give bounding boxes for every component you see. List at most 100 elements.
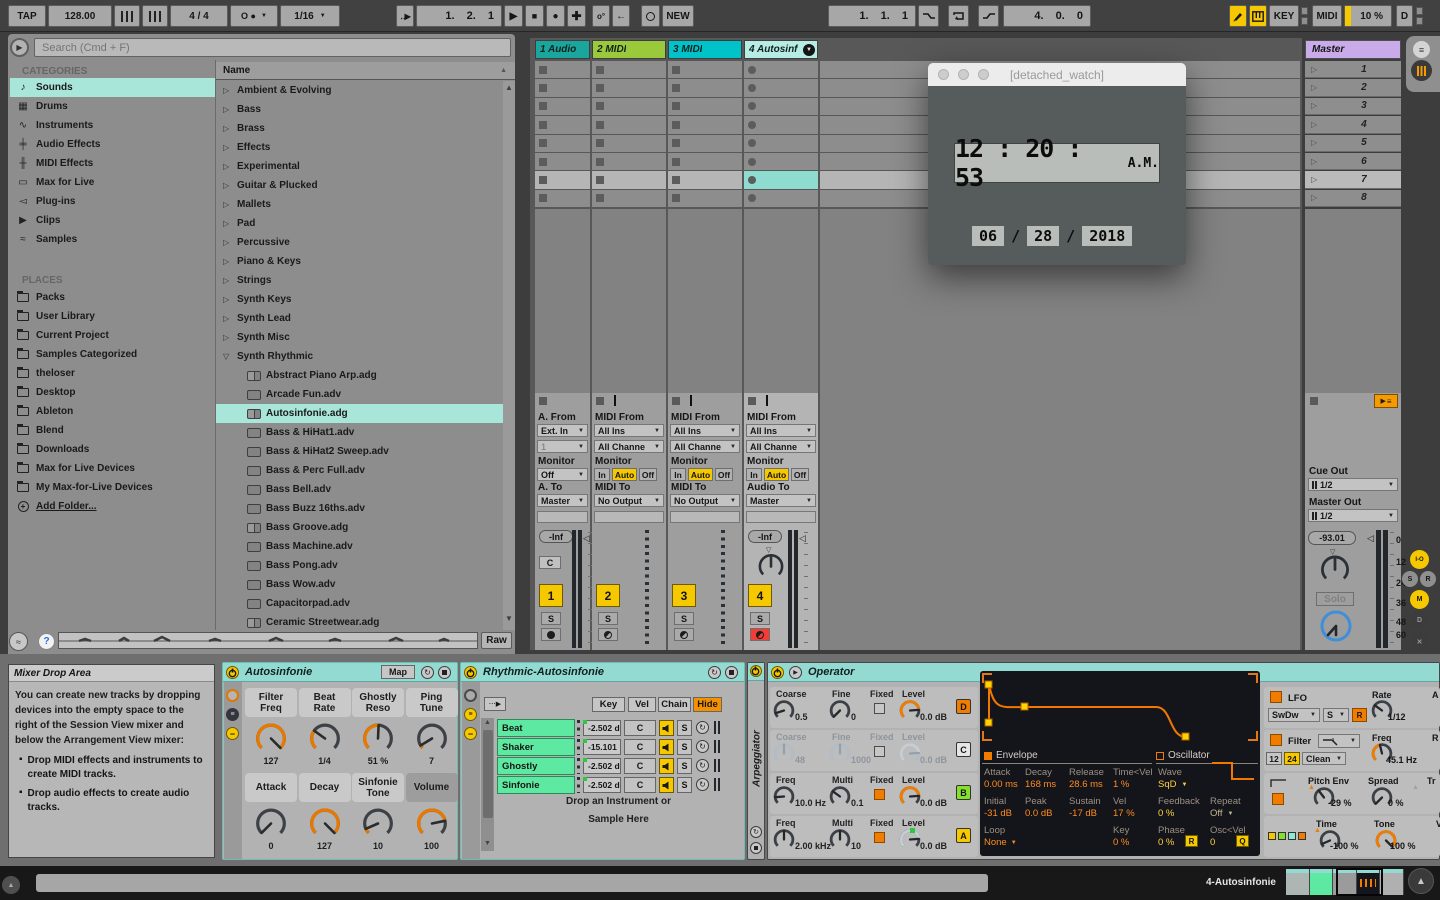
disclosure-open-icon[interactable]: ▽ (223, 352, 233, 361)
browser-folder-row[interactable]: ▷ Brass (216, 119, 503, 138)
hide-zone-button[interactable]: Hide (693, 697, 722, 712)
master-solo-button[interactable]: Solo (1316, 592, 1354, 606)
browser-folder-row[interactable]: ▷ Strings (216, 271, 503, 290)
osc-time-swatch[interactable] (1268, 832, 1276, 840)
device-fold-icon[interactable]: ▶ (789, 666, 802, 679)
disclosure-closed-icon[interactable]: ▷ (223, 219, 233, 228)
track-pan-field[interactable]: C (539, 556, 561, 569)
chain-solo-button[interactable]: S (677, 720, 692, 736)
fixed-checkbox[interactable] (874, 746, 885, 757)
master-track-header[interactable]: Master (1305, 40, 1401, 59)
input-channel-menu[interactable]: All Channe ▼ (594, 440, 664, 453)
hot-swap-icon[interactable]: ↻ (696, 740, 709, 753)
clip-slot[interactable] (535, 171, 590, 189)
sidebar-item-clips[interactable]: ▶ Clips (10, 211, 215, 230)
monitor-in-button[interactable]: In (670, 468, 686, 481)
sidebar-item-add-folder-[interactable]: + Add Folder... (10, 497, 215, 516)
hot-swap-preview-button[interactable]: ≈ (9, 632, 28, 651)
clip-slot[interactable] (535, 134, 590, 152)
osc-param-knob[interactable] (772, 784, 796, 811)
chain-row[interactable]: Sinfonie -2.502 d C S ↻ (497, 776, 740, 794)
env-param-value[interactable]: 0.0 dB (1025, 808, 1052, 819)
automation-arm-button[interactable]: o° (592, 5, 610, 27)
search-box[interactable] (34, 38, 511, 57)
sidebar-item-max-for-live[interactable]: ▭ Max for Live (10, 173, 215, 192)
env-param-value[interactable]: 28.6 ms (1069, 779, 1103, 790)
env-param-value[interactable]: -17 dB (1069, 808, 1097, 819)
chain-solo-button[interactable]: S (677, 739, 692, 755)
lfo-on-checkbox[interactable] (1270, 691, 1282, 703)
monitor-off-button[interactable]: Off (791, 468, 809, 481)
clip-slot[interactable] (535, 153, 590, 171)
macro-label[interactable]: Filter Freq (245, 688, 297, 717)
tempo-field[interactable]: 128.00 (48, 5, 112, 27)
save-preset-icon[interactable] (725, 666, 738, 679)
clip-slot[interactable] (535, 116, 590, 134)
scroll-thumb[interactable] (482, 730, 493, 818)
macro-label[interactable]: Ghostly Reso (352, 688, 404, 717)
back-to-arrangement-button[interactable]: ▶ ≡ (1374, 394, 1398, 408)
mixer-section-toggle[interactable]: M (1410, 590, 1429, 609)
clip-slot[interactable] (668, 97, 742, 116)
operator-display[interactable]: Envelope Oscillator Attack 0.00 ms Decay 168 … (980, 671, 1260, 856)
input-channel-menu[interactable]: All Channe ▼ (670, 440, 740, 453)
sidebar-item-my-max-for-live-devices[interactable]: My Max-for-Live Devices (10, 478, 215, 497)
macro-label[interactable]: Ping Tune (405, 688, 458, 717)
clip-slot[interactable] (744, 134, 818, 152)
info-view-toggle[interactable]: ▲ (2, 876, 20, 894)
tap-tempo-button[interactable]: TAP (8, 5, 46, 27)
lfo-retrigger-button[interactable]: R (1352, 708, 1367, 722)
feedback-value[interactable]: 0 % (1158, 808, 1174, 819)
search-input[interactable] (35, 39, 510, 56)
follow-button[interactable]: ‥▶ (396, 5, 414, 27)
file-list-header[interactable]: Name ▲ (216, 62, 515, 80)
scene-slot[interactable]: ▷ 1 (1305, 61, 1401, 79)
macro-knob[interactable] (414, 805, 450, 844)
hot-swap-icon[interactable]: ↻ (421, 666, 434, 679)
clip-slot[interactable] (592, 189, 666, 208)
browser-file-row[interactable]: Bass Bell.adv (216, 480, 503, 499)
cue-out-menu[interactable]: 1/2 ▼ (1308, 478, 1398, 491)
browser-file-row[interactable]: Bass & HiHat2 Sweep.adv (216, 442, 503, 461)
scene-slot[interactable]: ▷ 3 (1305, 97, 1401, 116)
disclosure-closed-icon[interactable]: ▷ (223, 162, 233, 171)
clip-slot[interactable] (668, 79, 742, 97)
clip-slot[interactable] (744, 116, 818, 134)
devices-view-toggle[interactable]: − (226, 727, 239, 740)
chain-scrollbar[interactable]: ▲ ▼ (481, 718, 494, 851)
key-zone-button[interactable]: Key (592, 697, 625, 712)
track-header-3[interactable]: 3 MIDI (668, 40, 742, 59)
browser-folder-row[interactable]: ▷ Bass (216, 100, 503, 119)
arpeggiator-device-collapsed[interactable]: Arpeggiator ↻ (747, 662, 765, 860)
track-pan-knob[interactable] (756, 551, 786, 584)
sidebar-item-midi-effects[interactable]: ╫ MIDI Effects (10, 154, 215, 173)
chain-pan-field[interactable]: C (624, 777, 656, 793)
osc-param-knob[interactable] (828, 741, 852, 768)
clip-slot[interactable] (668, 61, 742, 79)
macro-view-toggle[interactable] (464, 689, 477, 702)
clip-slot[interactable] (744, 153, 818, 171)
master-volume-field[interactable]: -93.01 (1308, 531, 1356, 545)
watch-day-field[interactable]: 28 (1027, 226, 1060, 246)
auto-select-button[interactable]: ⋯▶ (484, 697, 506, 711)
punch-out-button[interactable] (978, 5, 999, 27)
clip-slot[interactable] (668, 134, 742, 152)
osc-time-swatch[interactable] (1278, 832, 1286, 840)
macro-knob[interactable] (253, 805, 289, 844)
raw-preview-button[interactable]: Raw (481, 632, 512, 649)
device-activator-button[interactable] (749, 665, 762, 677)
track-header-4[interactable]: 4 Autosinf ▼ (744, 40, 818, 59)
wave-menu[interactable]: SqD ▼ (1158, 779, 1187, 790)
phase-value[interactable]: 0 % (1158, 837, 1174, 848)
env-param-value[interactable]: 1 % (1113, 779, 1129, 790)
scene-slot[interactable]: ▷ 6 (1305, 153, 1401, 171)
sidebar-item-audio-effects[interactable]: ╪ Audio Effects (10, 135, 215, 154)
hot-swap-icon[interactable]: ↻ (696, 778, 709, 791)
monitor-auto-button[interactable]: Auto (688, 468, 713, 481)
disclosure-closed-icon[interactable]: ▷ (223, 200, 233, 209)
browser-folder-row[interactable]: ▷ Ambient & Evolving (216, 81, 503, 100)
output-type-menu[interactable]: No Output ▼ (670, 494, 740, 507)
disclosure-closed-icon[interactable]: ▷ (223, 143, 233, 152)
filter-type-menu[interactable]: ▼ (1318, 734, 1360, 748)
sidebar-item-sounds[interactable]: ♪ Sounds (10, 78, 215, 97)
